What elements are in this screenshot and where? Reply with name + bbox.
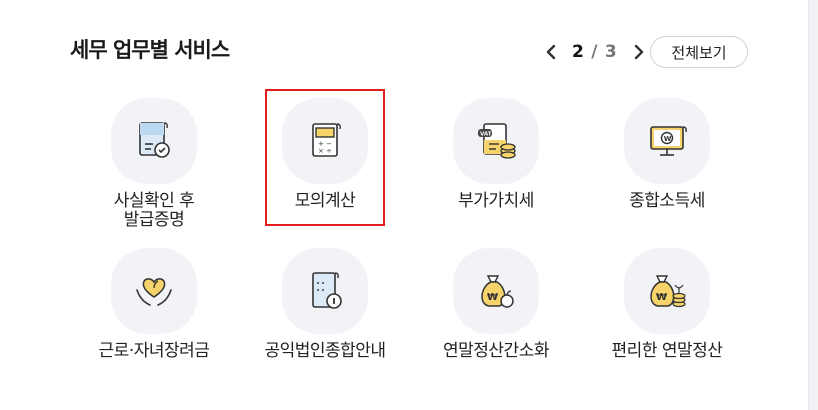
service-item-easy-year-end[interactable]: ₩ 편리한 연말정산 [582, 248, 752, 361]
service-label: 사실확인 후 발급증명 [113, 191, 195, 230]
icon-container [111, 248, 197, 334]
svg-text:₩: ₩ [656, 292, 667, 303]
certificate-document-icon [139, 122, 170, 158]
money-bag-coins-icon: ₩ [650, 275, 686, 308]
money-bag-apple-icon: ₩ [481, 275, 514, 308]
service-label: 부가가치세 [458, 191, 534, 211]
service-item-public-interest-corp[interactable]: 공익법인종합안내 [240, 248, 410, 361]
icon-container [111, 98, 197, 184]
scrollbar-track[interactable] [808, 0, 818, 410]
icon-container: ₩ [453, 248, 539, 334]
service-label: 편리한 연말정산 [611, 341, 723, 361]
service-item-income-tax[interactable]: W 종합소득세 [582, 98, 752, 211]
service-label: 모의계산 [294, 191, 356, 211]
monitor-won-icon: W [650, 126, 687, 156]
svg-text:W: W [664, 135, 672, 143]
icon-container: W [624, 98, 710, 184]
service-label: 종합소득세 [629, 191, 705, 211]
svg-text:₩: ₩ [487, 292, 498, 303]
services-card: 세무 업무별 서비스 2 / 3 전체보기 사실확인 후 발급증명 + − × … [0, 0, 808, 410]
service-label: 연말정산간소화 [443, 341, 549, 361]
icon-container: + − × ÷ [282, 98, 368, 184]
service-label: 공익법인종합안내 [264, 341, 386, 361]
service-item-work-child-incentive[interactable]: 근로·자녀장려금 [69, 248, 239, 361]
service-item-vat[interactable]: VAT 부가가치세 [411, 98, 581, 211]
svg-text:× ÷: × ÷ [318, 147, 332, 155]
service-item-fact-certificate[interactable]: 사실확인 후 발급증명 [69, 98, 239, 230]
svg-text:VAT: VAT [480, 132, 492, 138]
service-item-mock-calculation[interactable]: + − × ÷ 모의계산 [240, 98, 410, 211]
icon-container: VAT [453, 98, 539, 184]
service-label: 근로·자녀장려금 [98, 341, 210, 361]
vat-document-coins-icon: VAT [478, 123, 516, 159]
icon-container [282, 248, 368, 334]
calculator-icon: + − × ÷ [312, 123, 341, 157]
icon-container: ₩ [624, 248, 710, 334]
building-info-icon [312, 272, 342, 309]
hands-heart-icon [136, 278, 172, 306]
service-grid: 사실확인 후 발급증명 + − × ÷ 모의계산 VAT 부가가치세 W 종합소… [0, 0, 808, 410]
service-item-year-end-simplified[interactable]: ₩ 연말정산간소화 [411, 248, 581, 361]
